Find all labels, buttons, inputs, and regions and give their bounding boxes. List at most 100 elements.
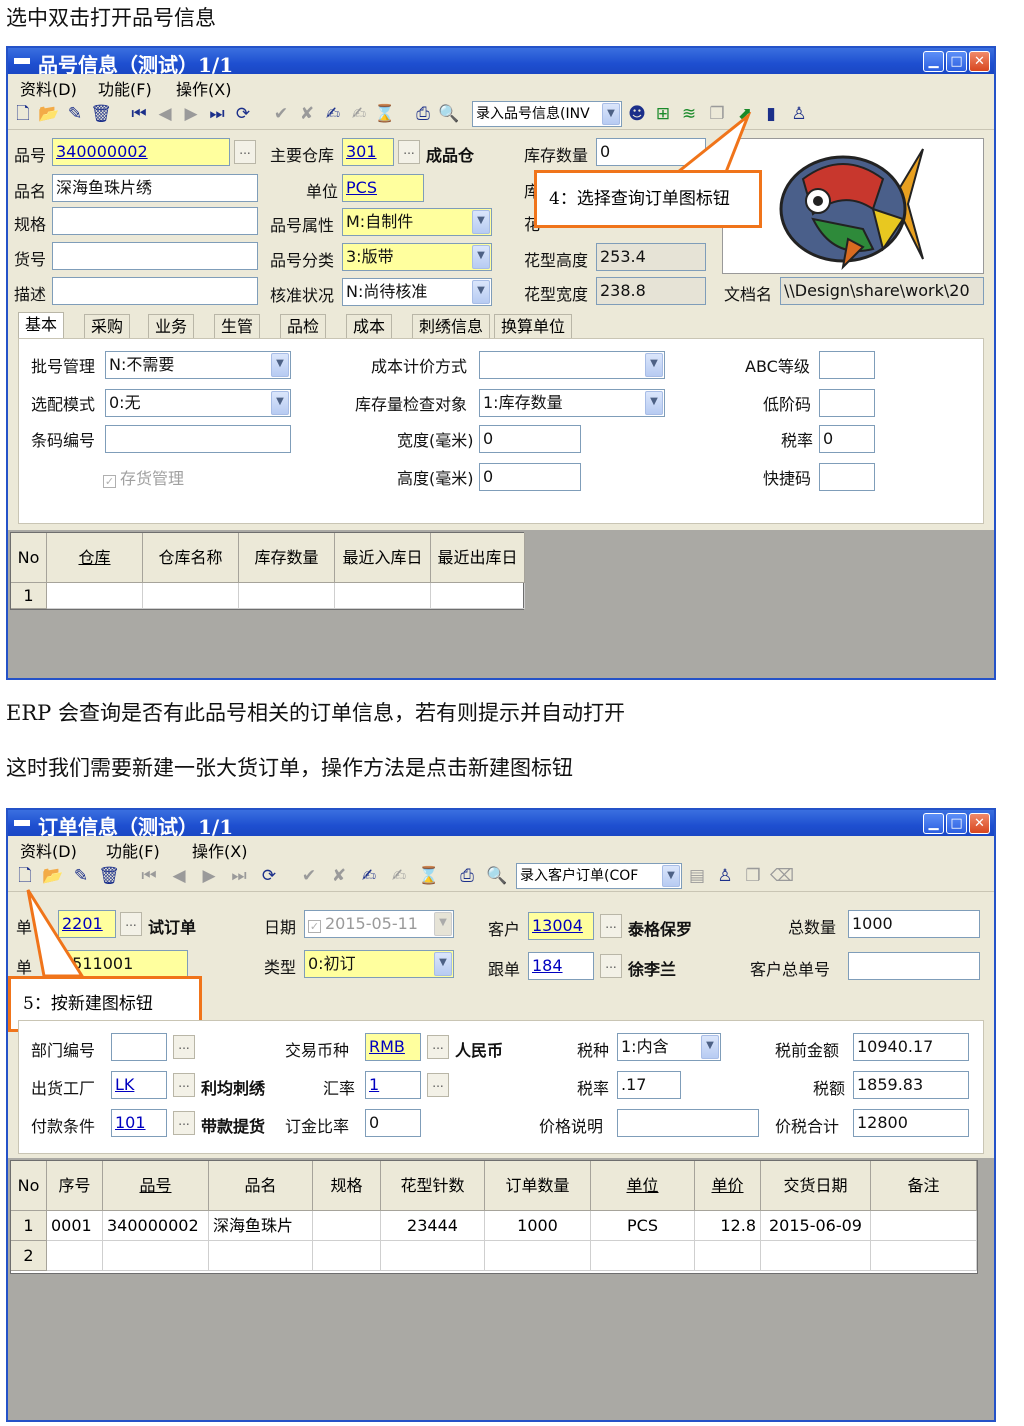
chevron-down-icon[interactable]: ▼ (701, 1035, 719, 1059)
stock-check-select[interactable]: 1:库存数量 ▼ (479, 389, 665, 417)
width-mm-field[interactable]: 0 (479, 425, 581, 453)
program-select[interactable]: 录入品号信息(INV ▼ (472, 101, 622, 127)
item-no-field[interactable]: 340000002 (52, 138, 230, 166)
tax-rate-field[interactable]: 0 (819, 425, 875, 453)
table-cell[interactable] (485, 1241, 591, 1271)
unapprove-icon[interactable]: ✍ (348, 103, 370, 125)
warehouse-field[interactable]: 301 (342, 138, 394, 166)
grid-header-delivery-date[interactable]: 交货日期 (761, 1161, 871, 1211)
tab-cost[interactable]: 成本 (346, 314, 393, 340)
delete-icon[interactable]: 🗑 (90, 103, 112, 125)
tab-qc[interactable]: 品检 (280, 314, 327, 340)
payment-lookup-button[interactable]: ... (173, 1111, 195, 1135)
table-cell[interactable] (239, 583, 335, 609)
new-icon[interactable]: 🗋 (12, 103, 34, 125)
customer-field[interactable]: 13004 (528, 912, 594, 940)
edit-icon[interactable]: ✎ (70, 865, 92, 887)
height-mm-field[interactable]: 0 (479, 463, 581, 491)
open-icon[interactable]: 📂 (42, 865, 64, 887)
barcode-field[interactable] (105, 425, 291, 453)
grid-header-remark[interactable]: 备注 (871, 1161, 977, 1211)
filter-icon[interactable]: ⌛ (374, 103, 396, 125)
dept-lookup-button[interactable]: ... (173, 1035, 195, 1059)
table-cell[interactable] (335, 583, 431, 609)
order-type-lookup-button[interactable]: ... (120, 912, 142, 936)
grid-header-no[interactable]: No (11, 533, 47, 583)
item-class-select[interactable]: 3:版带 ▼ (342, 243, 492, 271)
new-icon[interactable]: 🗋 (14, 865, 36, 887)
chevron-down-icon[interactable]: ▼ (472, 210, 490, 234)
table-cell[interactable]: 深海鱼珠片 (209, 1211, 313, 1241)
chevron-down-icon[interactable]: ▼ (434, 912, 452, 936)
minimize-icon[interactable]: ▁ (923, 51, 944, 72)
table-cell[interactable]: 23444 (381, 1211, 485, 1241)
total-qty-field[interactable]: 1000 (848, 910, 980, 938)
grid-header-warehouse[interactable]: 仓库 (47, 533, 143, 583)
eraser-icon[interactable]: ⌫ (770, 865, 794, 887)
next-record-icon[interactable]: ▶ (180, 103, 202, 125)
factory-field[interactable]: LK (111, 1071, 167, 1099)
chevron-down-icon[interactable]: ▼ (472, 245, 490, 269)
item-name-field[interactable]: 深海鱼珠片绣 (52, 174, 258, 202)
prev-record-icon[interactable]: ◀ (168, 865, 190, 887)
chevron-down-icon[interactable]: ▼ (602, 103, 620, 125)
edit-icon[interactable]: ✎ (64, 103, 86, 125)
minimize-icon[interactable]: ▁ (923, 813, 944, 834)
tax-rate-field[interactable]: .17 (617, 1071, 681, 1099)
goods-no-field[interactable] (52, 242, 258, 270)
grid-header-order-qty[interactable]: 订单数量 (485, 1161, 591, 1211)
table-row[interactable]: 1 (11, 583, 47, 609)
deposit-ratio-field[interactable]: 0 (365, 1109, 421, 1137)
grid-header-stitches[interactable]: 花型针数 (381, 1161, 485, 1211)
menu-function[interactable]: 功能(F) (106, 838, 160, 862)
tab-purchase[interactable]: 采购 (84, 314, 131, 340)
table-cell[interactable]: 12.8 (695, 1211, 761, 1241)
grid-header-item-no[interactable]: 品号 (103, 1161, 209, 1211)
table-cell[interactable] (381, 1241, 485, 1271)
tax-amount-field[interactable]: 1859.83 (853, 1071, 969, 1099)
item-attr-select[interactable]: M:自制件 ▼ (342, 208, 492, 236)
table-cell[interactable] (695, 1241, 761, 1271)
palette-icon[interactable]: ☻ (626, 103, 648, 125)
master-order-field[interactable] (848, 952, 980, 980)
menu-data[interactable]: 资料(D) (20, 838, 77, 862)
table-cell[interactable] (103, 1241, 209, 1271)
warehouse-lookup-button[interactable]: ... (398, 140, 420, 164)
grid-header-warehouse-name[interactable]: 仓库名称 (143, 533, 239, 583)
exchange-rate-field[interactable]: 1 (365, 1071, 421, 1099)
inventory-mgmt-checkbox[interactable]: ✓ 存货管理 (103, 465, 184, 489)
table-cell[interactable] (313, 1241, 381, 1271)
table-cell[interactable]: PCS (591, 1211, 695, 1241)
chevron-down-icon[interactable]: ▼ (645, 353, 663, 377)
table-cell[interactable] (47, 583, 143, 609)
next-record-icon[interactable]: ▶ (198, 865, 220, 887)
order-kind-select[interactable]: 0:初订 ▼ (304, 950, 454, 978)
grid-header-seq[interactable]: 序号 (47, 1161, 103, 1211)
table-cell[interactable] (47, 1241, 103, 1271)
tab-business[interactable]: 业务 (148, 314, 195, 340)
preview-icon[interactable]: 🔍 (486, 865, 508, 887)
tab-unit-conversion[interactable]: 换算单位 (494, 314, 573, 340)
table-cell[interactable] (761, 1241, 871, 1271)
table-cell[interactable] (431, 583, 525, 609)
checkbox-icon[interactable]: ✓ (308, 920, 321, 933)
cancel-icon[interactable]: ✘ (328, 865, 350, 887)
open-icon[interactable]: 📂 (38, 103, 60, 125)
last-record-icon[interactable]: ⏭ (228, 865, 250, 887)
refresh-icon[interactable]: ⟳ (232, 103, 254, 125)
grid-header-stock-qty[interactable]: 库存数量 (239, 533, 335, 583)
table-cell[interactable] (209, 1241, 313, 1271)
window-system-icon[interactable] (14, 820, 30, 826)
delete-icon[interactable]: 🗑 (98, 865, 120, 887)
first-record-icon[interactable]: ⏮ (128, 103, 150, 125)
date-picker[interactable]: ✓ 2015-05-11 ▼ (304, 910, 454, 938)
chevron-down-icon[interactable]: ▼ (472, 280, 490, 304)
maximize-icon[interactable]: □ (946, 813, 967, 834)
filter-icon[interactable]: ⌛ (418, 865, 440, 887)
grid-header-last-in[interactable]: 最近入库日 (335, 533, 431, 583)
maximize-icon[interactable]: □ (946, 51, 967, 72)
menu-data[interactable]: 资料(D) (20, 76, 77, 100)
print-icon[interactable]: ⎙ (412, 103, 434, 125)
dept-field[interactable] (111, 1033, 167, 1061)
menu-operation[interactable]: 操作(X) (192, 838, 247, 862)
